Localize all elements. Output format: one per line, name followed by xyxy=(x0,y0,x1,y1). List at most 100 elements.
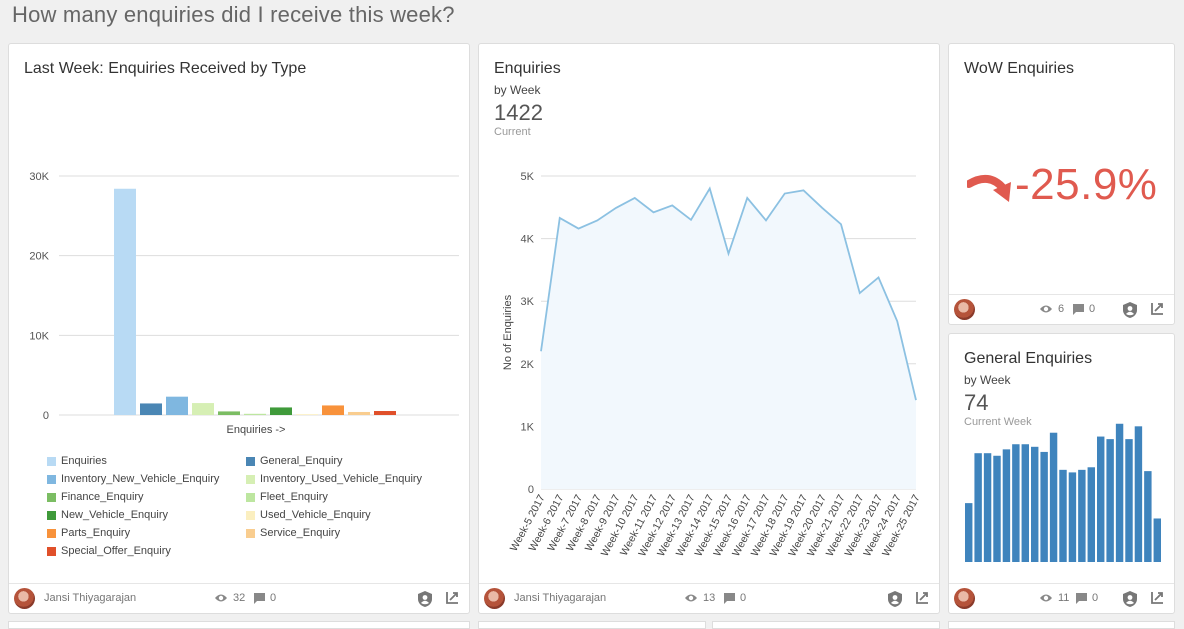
y-tick-label: 4K xyxy=(521,234,535,246)
author-name[interactable]: Jansi Thiyagarajan xyxy=(514,592,606,604)
legend-swatch xyxy=(47,492,56,502)
legend-item[interactable]: Used_Vehicle_Enquiry xyxy=(246,509,371,521)
legend-item[interactable]: Parts_Enquiry xyxy=(47,527,130,539)
bar xyxy=(296,414,318,415)
card-footer: Jansi Thiyagarajan 13 0 xyxy=(479,583,939,613)
shield-user-icon[interactable] xyxy=(1121,590,1139,608)
legend-item[interactable]: New_Vehicle_Enquiry xyxy=(47,509,168,521)
legend-item[interactable]: Enquiries xyxy=(47,455,107,467)
y-tick-label: 0 xyxy=(528,484,534,496)
legend-label: Fleet_Enquiry xyxy=(260,491,328,503)
legend-item[interactable]: Inventory_New_Vehicle_Enquiry xyxy=(47,473,219,485)
y-tick-label: 0 xyxy=(43,410,49,422)
y-tick-label: 30K xyxy=(29,171,49,183)
area-fill xyxy=(541,188,916,489)
bar xyxy=(1087,467,1095,562)
views-stat: 32 xyxy=(214,592,245,604)
next-card-peek xyxy=(478,621,706,629)
x-axis-label: Enquiries -> xyxy=(226,424,285,436)
card-title[interactable]: WoW Enquiries xyxy=(964,60,1074,78)
shield-user-icon[interactable] xyxy=(416,590,434,608)
comments-stat: 0 xyxy=(1073,303,1095,315)
legend-item[interactable]: Fleet_Enquiry xyxy=(246,491,328,503)
legend-label: Finance_Enquiry xyxy=(61,491,144,503)
legend-swatch xyxy=(47,456,56,466)
views-stat: 6 xyxy=(1039,303,1064,315)
bar xyxy=(983,453,992,562)
next-card-peek xyxy=(8,621,470,629)
avatar[interactable] xyxy=(954,299,975,320)
next-card-peek xyxy=(948,621,1175,629)
legend-item[interactable]: General_Enquiry xyxy=(246,455,343,467)
shield-user-icon[interactable] xyxy=(886,590,904,608)
y-tick-label: 10K xyxy=(29,330,49,342)
eye-icon xyxy=(1040,594,1052,602)
legend-label: Special_Offer_Enquiry xyxy=(61,545,171,557)
comments-stat: 0 xyxy=(724,592,746,604)
eye-icon xyxy=(1040,305,1052,313)
bar xyxy=(974,453,982,562)
avatar[interactable] xyxy=(954,588,975,609)
bar xyxy=(374,411,396,415)
bar xyxy=(1106,439,1114,562)
y-tick-label: 20K xyxy=(29,251,49,263)
y-tick-label: 1K xyxy=(521,421,535,433)
expand-icon[interactable] xyxy=(442,590,460,608)
wow-value: -25.9% xyxy=(1015,160,1158,209)
bar xyxy=(1115,423,1124,562)
legend-swatch xyxy=(246,510,255,520)
legend-swatch xyxy=(47,510,56,520)
comment-icon xyxy=(254,592,265,604)
expand-icon[interactable] xyxy=(912,590,930,608)
page-title: How many enquiries did I receive this we… xyxy=(12,2,455,27)
legend-label: Inventory_Used_Vehicle_Enquiry xyxy=(260,473,423,485)
comments-count: 0 xyxy=(270,592,277,604)
bar xyxy=(1068,472,1077,562)
card-footer: 6 0 xyxy=(949,294,1174,324)
comments-count: 0 xyxy=(1092,592,1099,604)
comment-icon xyxy=(1076,592,1087,604)
comments-stat: 0 xyxy=(1076,592,1098,604)
eye-icon xyxy=(685,594,697,602)
types-bar-chart: 0 10K 20K 30K Enquiries -> xyxy=(29,171,459,436)
shield-user-icon[interactable] xyxy=(1121,301,1139,319)
views-count: 32 xyxy=(233,592,246,604)
comments-count: 0 xyxy=(1089,303,1096,315)
legend-swatch xyxy=(246,474,255,484)
comment-icon xyxy=(1073,303,1084,315)
legend-item[interactable]: Inventory_Used_Vehicle_Enquiry xyxy=(246,473,422,485)
legend-swatch xyxy=(47,528,56,538)
y-axis-label: No of Enquiries xyxy=(502,294,514,370)
bar xyxy=(1097,436,1105,562)
bar xyxy=(1153,518,1161,562)
avatar[interactable] xyxy=(484,588,505,609)
card-footer: 11 0 xyxy=(949,583,1174,613)
bar xyxy=(218,411,240,415)
legend-item[interactable]: Finance_Enquiry xyxy=(47,491,144,503)
bar xyxy=(1002,449,1011,562)
expand-icon[interactable] xyxy=(1147,301,1165,319)
expand-icon[interactable] xyxy=(1147,590,1165,608)
avatar[interactable] xyxy=(14,588,35,609)
curved-arrow-down-icon xyxy=(967,174,1011,202)
bar xyxy=(1012,444,1020,562)
views-count: 13 xyxy=(703,592,716,604)
bar xyxy=(1021,444,1029,562)
eye-icon xyxy=(215,594,227,602)
bar xyxy=(1134,426,1143,562)
legend-item[interactable]: Special_Offer_Enquiry xyxy=(47,545,171,557)
bar xyxy=(166,396,188,415)
comments-stat: 0 xyxy=(254,592,276,604)
legend-swatch xyxy=(47,474,56,484)
bar xyxy=(1059,469,1067,562)
author-name[interactable]: Jansi Thiyagarajan xyxy=(44,592,136,604)
bar xyxy=(1144,471,1152,562)
views-stat: 13 xyxy=(684,592,715,604)
legend-label: Used_Vehicle_Enquiry xyxy=(260,509,371,521)
bar xyxy=(1031,446,1039,562)
card-enquiries-by-type: Last Week: Enquiries Received by Type 01… xyxy=(8,43,470,614)
legend-item[interactable]: Service_Enquiry xyxy=(246,527,340,539)
legend-swatch xyxy=(246,528,255,538)
bar xyxy=(1078,469,1086,562)
bar xyxy=(322,405,344,415)
